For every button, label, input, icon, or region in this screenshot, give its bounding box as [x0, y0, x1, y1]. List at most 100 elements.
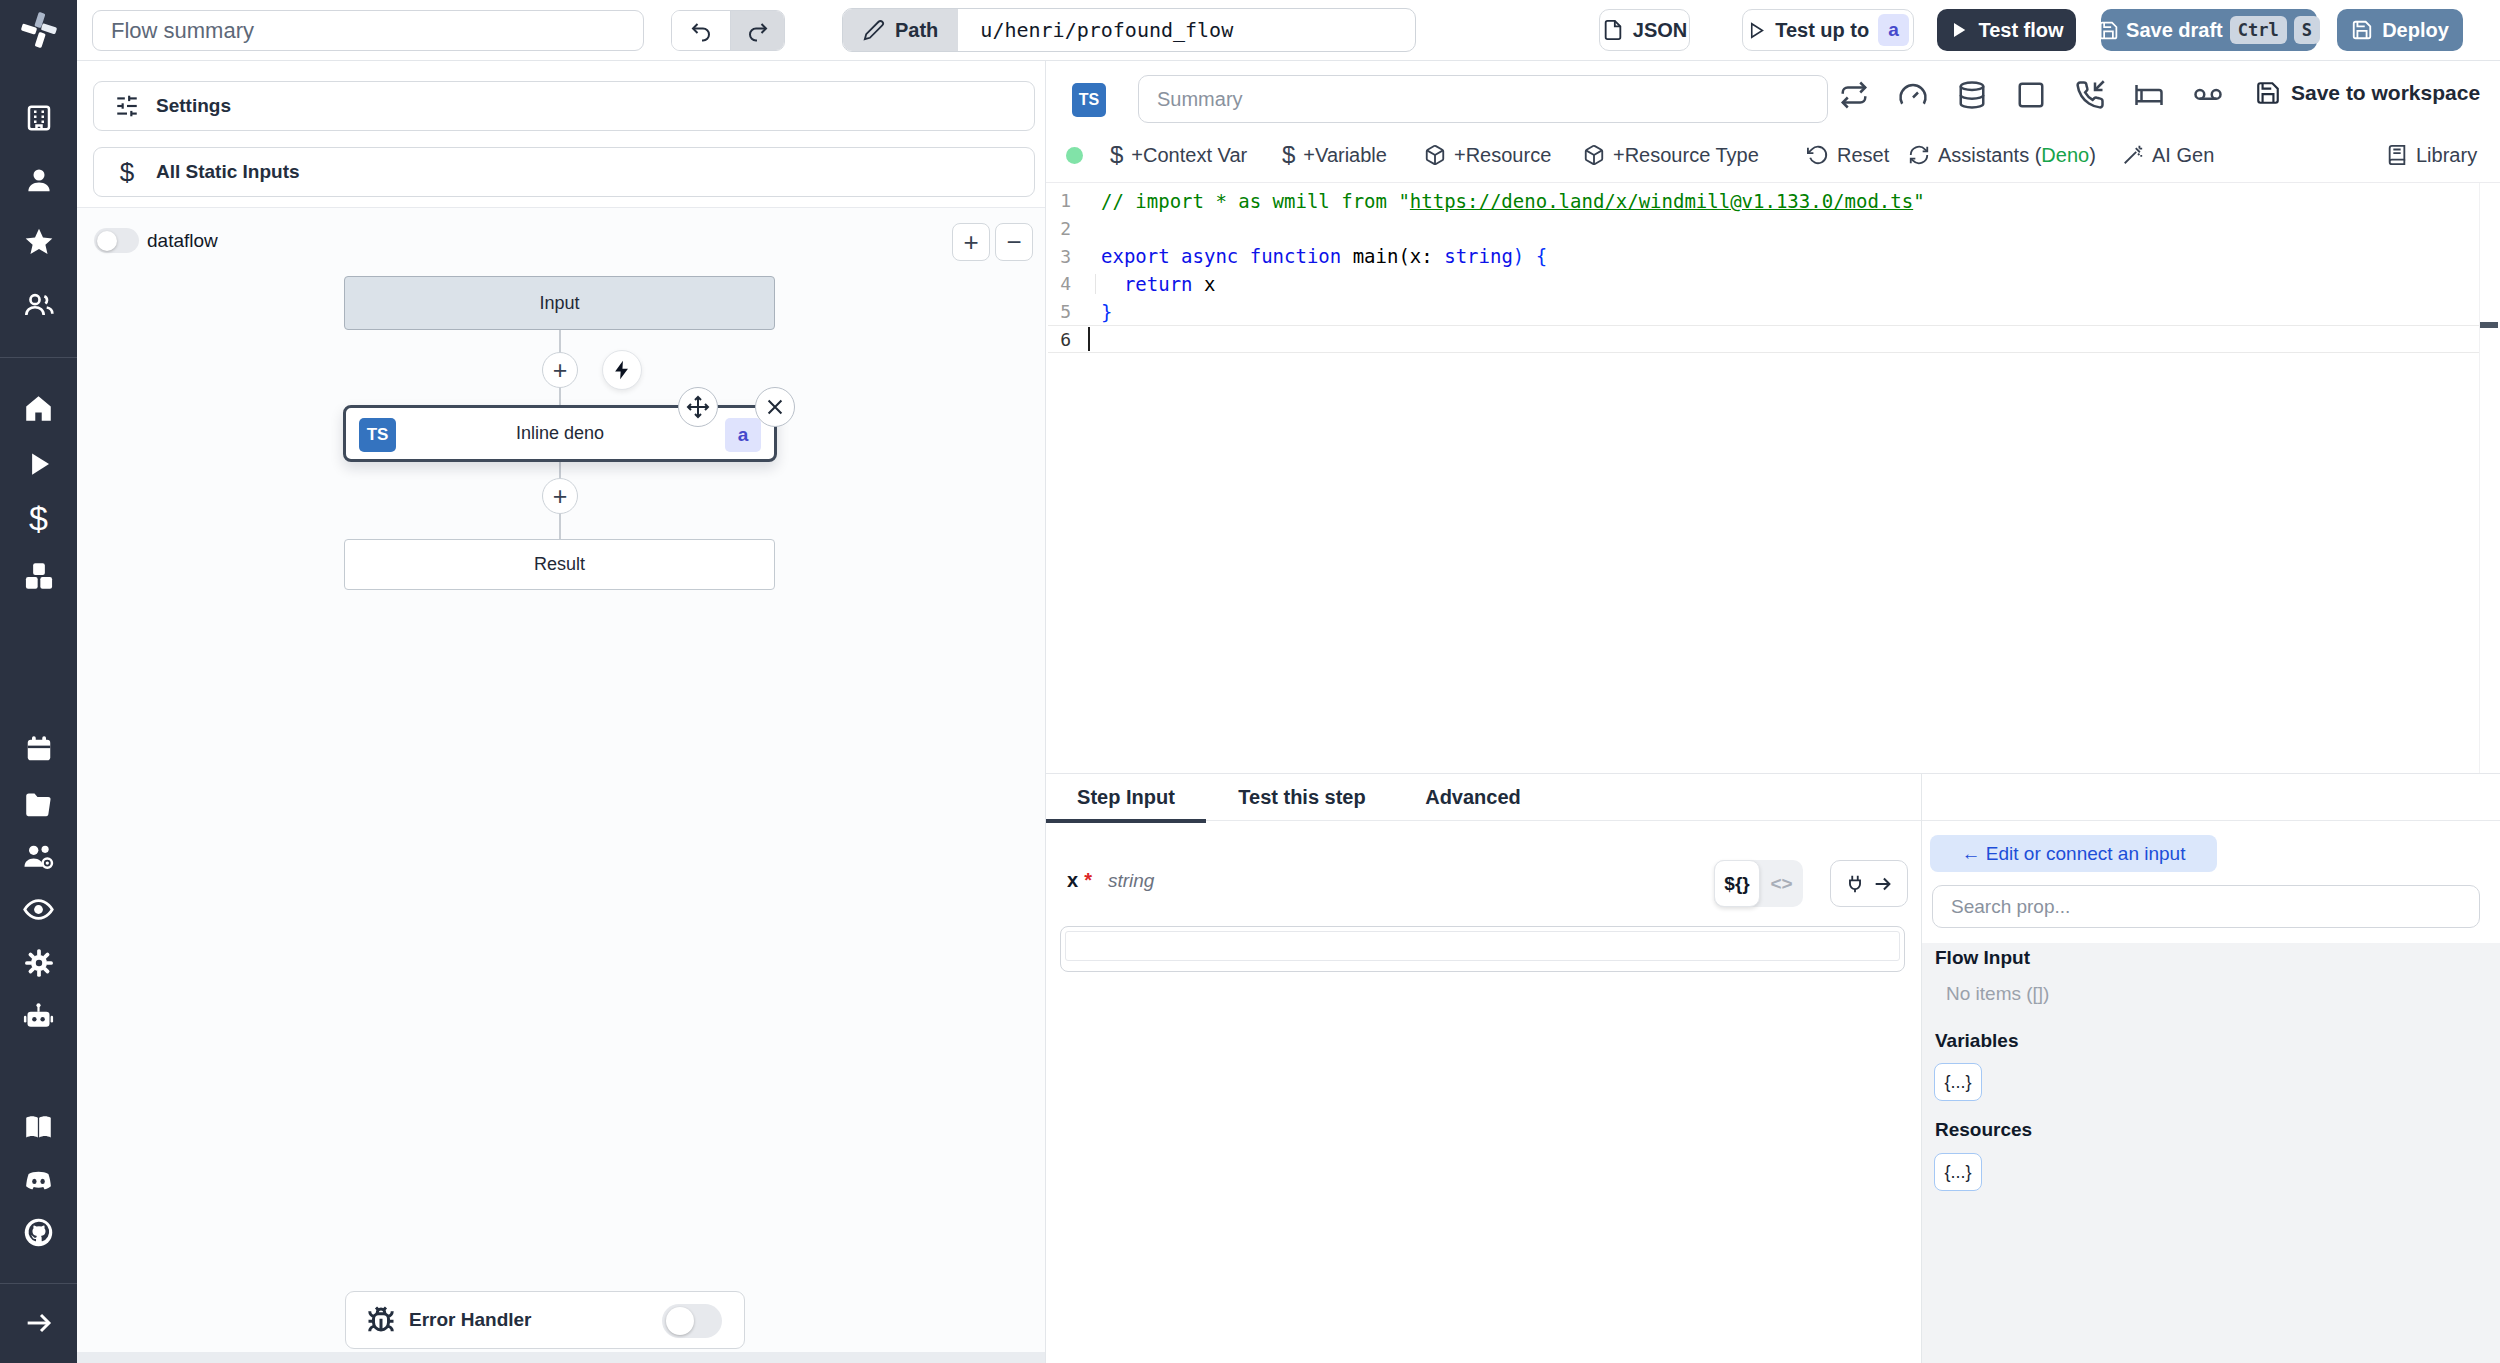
- add-context-var-button[interactable]: $ +Context Var: [1110, 139, 1247, 171]
- flow-settings-label: Settings: [156, 95, 231, 117]
- save-to-workspace-label: Save to workspace: [2291, 81, 2480, 105]
- plug-icon: [1844, 873, 1866, 895]
- path-edit-button[interactable]: Path: [843, 9, 958, 51]
- test-up-to-button[interactable]: Test up to a: [1742, 9, 1914, 51]
- save-draft-button[interactable]: Save draft Ctrl S: [2101, 9, 2317, 51]
- flow-settings-button[interactable]: Settings: [93, 81, 1035, 131]
- resources-cubes-icon[interactable]: [0, 552, 77, 600]
- reset-icon: [1807, 144, 1829, 166]
- tab-step-input[interactable]: Step Input: [1046, 774, 1206, 821]
- connect-input-button[interactable]: [1830, 860, 1908, 907]
- arg-value-field[interactable]: [1060, 926, 1905, 972]
- reset-button[interactable]: Reset: [1807, 139, 1889, 171]
- package-icon: [1583, 144, 1605, 166]
- step-node-label: Inline deno: [516, 423, 604, 444]
- add-resource-type-button[interactable]: +Resource Type: [1583, 139, 1759, 171]
- delete-step-button[interactable]: [755, 387, 795, 427]
- result-node[interactable]: Result: [344, 539, 775, 590]
- plus-icon: +: [553, 482, 568, 511]
- horizontal-scrollbar-track[interactable]: [77, 1352, 1045, 1363]
- resources-braces-button[interactable]: {...}: [1934, 1153, 1982, 1191]
- docs-book-icon[interactable]: [0, 1103, 77, 1151]
- save-to-workspace-button[interactable]: Save to workspace: [2255, 80, 2480, 106]
- sleep-bed-icon[interactable]: [2134, 80, 2164, 110]
- ai-robot-icon[interactable]: [0, 992, 77, 1040]
- tab-advanced[interactable]: Advanced: [1418, 774, 1528, 821]
- tab-test-this-step[interactable]: Test this step: [1232, 774, 1372, 821]
- home-icon[interactable]: [0, 384, 77, 432]
- assistants-button[interactable]: Assistants (Deno): [1908, 139, 2096, 171]
- ai-gen-button[interactable]: AI Gen: [2122, 139, 2214, 171]
- suspend-phone-icon[interactable]: [2075, 80, 2105, 110]
- audit-eye-icon[interactable]: [0, 885, 77, 933]
- variables-dollar-icon[interactable]: $: [0, 494, 77, 542]
- collapse-arrow-icon[interactable]: [0, 1299, 77, 1347]
- plus-icon: +: [553, 356, 568, 385]
- wand-icon: [2122, 144, 2144, 166]
- github-icon[interactable]: [0, 1208, 77, 1256]
- json-button[interactable]: JSON: [1599, 9, 1690, 51]
- schedules-calendar-icon[interactable]: [0, 725, 77, 773]
- editor-panel: TS Save to workspace $ +Context Var $ +V…: [1045, 61, 2500, 1363]
- add-step-bottom-button[interactable]: +: [542, 478, 578, 514]
- summary-input[interactable]: [1138, 75, 1828, 123]
- user-icon[interactable]: [0, 156, 77, 204]
- dollar-icon: $: [1282, 141, 1295, 169]
- variables-braces-button[interactable]: {...}: [1934, 1063, 1982, 1101]
- test-flow-button[interactable]: Test flow: [1937, 9, 2076, 51]
- arrow-right-icon: [1872, 873, 1894, 895]
- redo-button[interactable]: [730, 10, 784, 51]
- code-editor[interactable]: 1// import * as wmill from "https://deno…: [1046, 182, 2500, 773]
- undo-button[interactable]: [672, 10, 730, 51]
- runs-play-icon[interactable]: [0, 440, 77, 488]
- error-handler-toggle[interactable]: [662, 1304, 722, 1338]
- path-input[interactable]: [958, 18, 1415, 42]
- step-id-badge: a: [725, 418, 761, 452]
- mock-voicemail-icon[interactable]: [2193, 80, 2223, 110]
- test-flow-label: Test flow: [1978, 19, 2063, 42]
- folders-icon[interactable]: [0, 780, 77, 828]
- workers-icon[interactable]: [0, 832, 77, 880]
- move-step-button[interactable]: [678, 387, 718, 427]
- flow-panel: Settings $ All Static Inputs dataflow + …: [77, 61, 1045, 1363]
- sidebar: $: [0, 0, 77, 1363]
- typescript-badge: TS: [359, 418, 396, 452]
- early-stop-gauge-icon[interactable]: [1898, 80, 1928, 110]
- workspace-icon[interactable]: [0, 94, 77, 142]
- favorites-star-icon[interactable]: [0, 218, 77, 266]
- add-step-top-button[interactable]: +: [542, 352, 578, 388]
- dataflow-label: dataflow: [147, 230, 218, 252]
- concurrency-square-icon[interactable]: [2016, 80, 2046, 110]
- test-up-to-step-badge: a: [1878, 14, 1909, 46]
- mode-expr-button[interactable]: ${}: [1714, 860, 1760, 907]
- mode-code-button[interactable]: <>: [1760, 873, 1803, 895]
- error-handler-label: Error Handler: [409, 1309, 531, 1331]
- topbar: Path JSON Test up to a Test flow Save dr…: [77, 0, 2500, 61]
- cache-database-icon[interactable]: [1957, 80, 1987, 110]
- flow-summary-input[interactable]: [92, 10, 644, 51]
- discord-icon[interactable]: [0, 1156, 77, 1204]
- input-node[interactable]: Input: [344, 276, 775, 330]
- step-tabs: Step Input Test this step Advanced: [1046, 773, 2500, 821]
- all-static-inputs-button[interactable]: $ All Static Inputs: [93, 147, 1035, 197]
- retry-icon[interactable]: [1839, 80, 1869, 110]
- props-list: Flow Input No items ([]) Variables {...}…: [1922, 943, 2500, 1363]
- trigger-bolt-button[interactable]: [602, 350, 642, 390]
- package-icon: [1424, 144, 1446, 166]
- edit-or-connect-button[interactable]: ← Edit or connect an input: [1930, 835, 2217, 872]
- library-button[interactable]: Library: [2386, 139, 2477, 171]
- import-url[interactable]: https://deno.land/x/windmill@v1.133.0/mo…: [1410, 190, 1913, 212]
- deploy-button[interactable]: Deploy: [2337, 9, 2463, 51]
- search-prop-input[interactable]: [1932, 885, 2480, 928]
- zoom-in-button[interactable]: +: [952, 223, 990, 261]
- input-mode-toggle: ${} <>: [1714, 860, 1803, 907]
- groups-icon[interactable]: [0, 281, 77, 329]
- zoom-out-button[interactable]: −: [995, 223, 1033, 261]
- dataflow-toggle[interactable]: [94, 228, 139, 253]
- text-cursor: [1088, 327, 1090, 351]
- windmill-logo[interactable]: [0, 6, 77, 54]
- add-resource-button[interactable]: +Resource: [1424, 139, 1551, 171]
- settings-gear-icon[interactable]: [0, 939, 77, 987]
- error-handler[interactable]: Error Handler: [345, 1291, 745, 1349]
- add-variable-button[interactable]: $ +Variable: [1282, 139, 1387, 171]
